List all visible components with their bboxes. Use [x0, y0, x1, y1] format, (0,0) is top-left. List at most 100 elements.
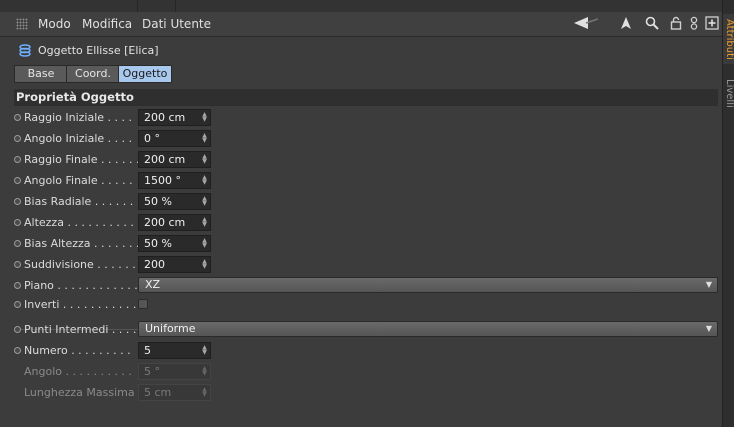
property-row: Bias Altezza . . . . . . . 50 % ▲ ▼ — [14, 234, 718, 254]
cursor-icon[interactable] — [618, 16, 634, 32]
spinner-arrows-icon[interactable]: ▲ ▼ — [202, 238, 207, 249]
property-label: Angolo Finale . . . . . — [24, 174, 133, 187]
object-title: Oggetto Ellisse [Elica] — [38, 44, 159, 57]
punti-intermedi-select[interactable]: Uniforme ▼ — [138, 321, 718, 337]
field-value: 200 cm — [144, 111, 186, 124]
side-tab-attributi[interactable]: Attributi — [723, 14, 734, 64]
select-value: XZ — [145, 278, 161, 291]
animation-dot-icon[interactable] — [14, 114, 21, 121]
property-label: Inverti . . . . . . . . . . . — [24, 298, 137, 311]
property-label: Punti Intermedi . . . . — [24, 323, 137, 336]
bias-radiale-field[interactable]: 50 % ▲ ▼ — [138, 193, 211, 210]
spinner-arrows-icon[interactable]: ▲ ▼ — [202, 175, 207, 186]
property-row: Numero . . . . . . . . . 5 ▲ ▼ — [14, 341, 718, 361]
side-tabs: Attributi Livelli — [722, 0, 734, 427]
section-header[interactable]: Proprietà Oggetto — [14, 89, 718, 106]
chevron-down-icon: ▼ — [705, 324, 712, 333]
angolo-iniziale-field[interactable]: 0 ° ▲ ▼ — [138, 130, 211, 147]
property-row: Angolo Iniziale . . . . 0 ° ▲ ▼ — [14, 129, 718, 149]
animation-dot-icon[interactable] — [14, 301, 21, 308]
bias-altezza-field[interactable]: 50 % ▲ ▼ — [138, 235, 211, 252]
spinner-arrows-icon: ▲ ▼ — [202, 386, 207, 398]
new-panel-icon[interactable] — [704, 16, 720, 32]
property-label: Bias Altezza . . . . . . . — [24, 237, 140, 250]
property-row: Inverti . . . . . . . . . . . — [14, 295, 718, 315]
raggio-iniziale-field[interactable]: 200 cm ▲ ▼ — [138, 109, 211, 126]
angolo-finale-field[interactable]: 1500 ° ▲ ▼ — [138, 172, 211, 189]
field-value: 50 % — [144, 195, 172, 208]
animation-dot-icon[interactable] — [14, 198, 21, 205]
property-row: Suddivisione . . . . . . 200 ▲ ▼ — [14, 255, 718, 275]
menu-dati-utente[interactable]: Dati Utente — [142, 17, 211, 31]
raggio-finale-field[interactable]: 200 cm ▲ ▼ — [138, 151, 211, 168]
property-label: Raggio Iniziale . . . . — [24, 111, 133, 124]
menu-modo[interactable]: Modo — [38, 17, 71, 31]
animation-dot-icon[interactable] — [14, 156, 21, 163]
suddivisione-field[interactable]: 200 ▲ ▼ — [138, 256, 211, 273]
altezza-field[interactable]: 200 cm ▲ ▼ — [138, 214, 211, 231]
property-row: Lunghezza Massima 5 cm ▲ ▼ — [14, 383, 718, 403]
numero-field[interactable]: 5 ▲ ▼ — [138, 342, 211, 359]
spinner-arrows-icon[interactable]: ▲ ▼ — [202, 112, 207, 123]
piano-select[interactable]: XZ ▼ — [138, 277, 718, 293]
menu-modifica[interactable]: Modifica — [82, 17, 132, 31]
animation-dot-icon[interactable] — [14, 240, 21, 247]
animation-dot-icon[interactable] — [14, 135, 21, 142]
field-value: 0 ° — [144, 132, 160, 145]
property-row: Raggio Iniziale . . . . 200 cm ▲ ▼ — [14, 108, 718, 128]
property-label: Suddivisione . . . . . . — [24, 258, 136, 271]
lock-icon[interactable] — [668, 16, 684, 32]
field-value: 200 — [144, 258, 165, 271]
spinner-arrows-icon[interactable]: ▲ ▼ — [202, 133, 207, 144]
menu-bar: Modo Modifica Dati Utente — [0, 12, 722, 37]
spinner-arrows-icon[interactable]: ▲ ▼ — [202, 345, 207, 356]
animation-dot-icon[interactable] — [14, 326, 21, 333]
property-row: Angolo Finale . . . . . 1500 ° ▲ ▼ — [14, 171, 718, 191]
select-value: Uniforme — [145, 322, 196, 335]
spinner-arrows-icon[interactable]: ▲ ▼ — [202, 196, 207, 207]
property-label: Lunghezza Massima — [24, 386, 135, 399]
side-tab-livelli[interactable]: Livelli — [723, 72, 734, 114]
back-arrow-icon[interactable] — [574, 16, 599, 32]
lunghezza-massima-field: 5 cm ▲ ▼ — [138, 384, 211, 401]
tab-oggetto[interactable]: Oggetto — [118, 65, 172, 83]
spinner-arrows-icon[interactable]: ▲ ▼ — [202, 154, 207, 165]
animation-dot-icon[interactable] — [14, 177, 21, 184]
attribute-manager: Modo Modifica Dati Utente Oggetto Elliss… — [0, 12, 722, 427]
object-header: Oggetto Ellisse [Elica] — [0, 42, 722, 60]
field-value: 1500 ° — [144, 174, 181, 187]
tab-base[interactable]: Base — [14, 65, 68, 83]
property-label: Raggio Finale . . . . . . — [24, 153, 140, 166]
animation-dot-icon[interactable] — [14, 347, 21, 354]
animation-dot-icon[interactable] — [14, 261, 21, 268]
grip-handle-icon[interactable] — [16, 18, 28, 30]
tab-coord[interactable]: Coord. — [66, 65, 120, 83]
field-value: 50 % — [144, 237, 172, 250]
field-value: 5 ° — [144, 365, 160, 378]
animation-dot-icon[interactable] — [14, 219, 21, 226]
spinner-arrows-icon[interactable]: ▲ ▼ — [202, 217, 207, 228]
field-value: 200 cm — [144, 153, 186, 166]
property-label: Bias Radiale . . . . . . . — [24, 195, 141, 208]
property-row: Piano . . . . . . . . . . . . XZ ▼ — [14, 276, 718, 296]
property-label: Altezza . . . . . . . . . . . — [24, 216, 141, 229]
field-value: 5 — [144, 344, 151, 357]
property-label: Angolo . . . . . . . . . . — [24, 365, 132, 378]
property-row: Punti Intermedi . . . . Uniforme ▼ — [14, 320, 718, 340]
property-row: Angolo . . . . . . . . . . 5 ° ▲ ▼ — [14, 362, 718, 382]
animation-dot-icon[interactable] — [14, 282, 21, 289]
property-label: Angolo Iniziale . . . . — [24, 132, 133, 145]
inverti-checkbox[interactable] — [138, 299, 148, 309]
property-row: Altezza . . . . . . . . . . . 200 cm ▲ ▼ — [14, 213, 718, 233]
helix-icon — [18, 43, 32, 57]
top-strip-segment — [137, 0, 176, 12]
search-icon[interactable] — [644, 16, 660, 32]
top-strip-segment — [0, 0, 138, 12]
property-row: Raggio Finale . . . . . . 200 cm ▲ ▼ — [14, 150, 718, 170]
field-value: 5 cm — [144, 386, 172, 399]
field-value: 200 cm — [144, 216, 186, 229]
property-label: Piano . . . . . . . . . . . . — [24, 279, 138, 292]
spinner-arrows-icon[interactable]: ▲ ▼ — [202, 259, 207, 270]
link-icon[interactable] — [686, 16, 702, 32]
property-row: Bias Radiale . . . . . . . 50 % ▲ ▼ — [14, 192, 718, 212]
